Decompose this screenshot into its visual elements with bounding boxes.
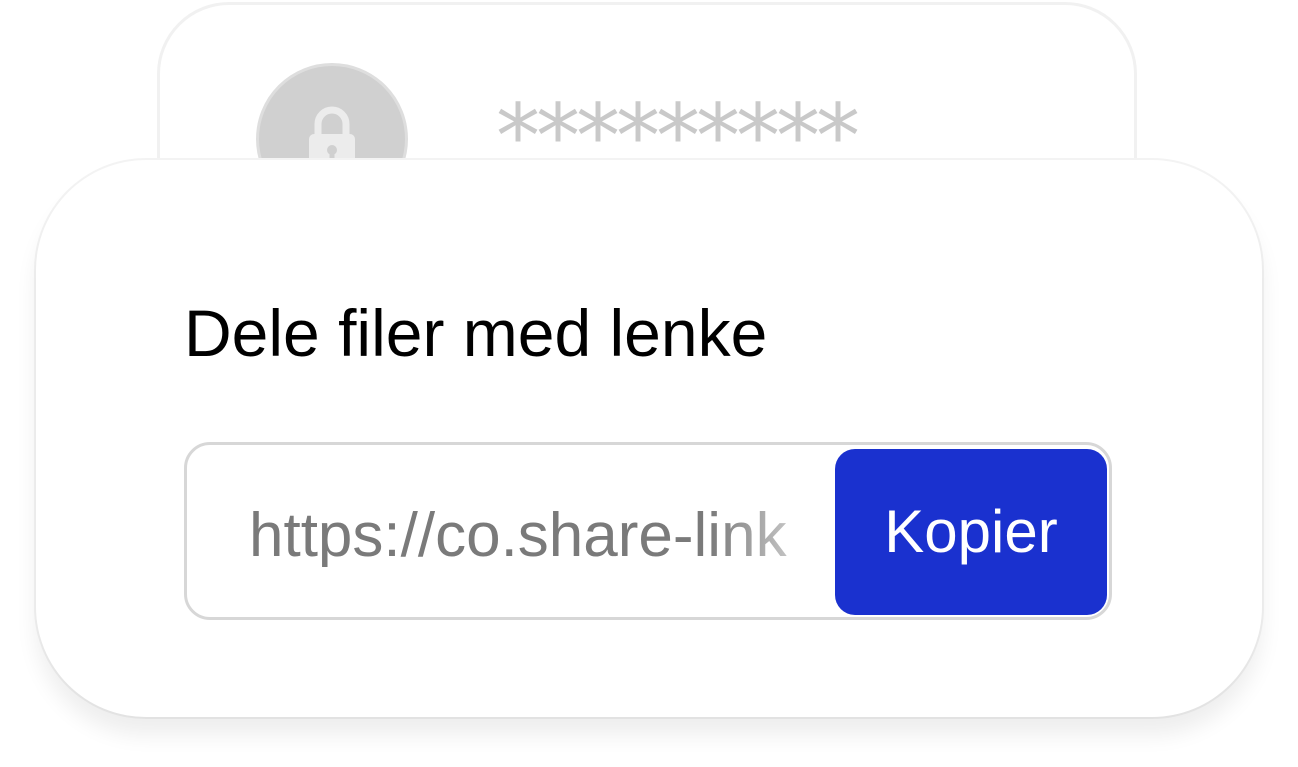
share-illustration: ********* Dele filer med lenke https://c… [0, 0, 1298, 767]
copy-button[interactable]: Kopier [835, 449, 1107, 615]
share-link-url[interactable]: https://co.share-link [249, 505, 839, 567]
card-title: Dele filer med lenke [184, 296, 768, 370]
share-link-field[interactable]: https://co.share-link Kopier [184, 442, 1112, 620]
share-link-card: Dele filer med lenke https://co.share-li… [36, 160, 1262, 717]
